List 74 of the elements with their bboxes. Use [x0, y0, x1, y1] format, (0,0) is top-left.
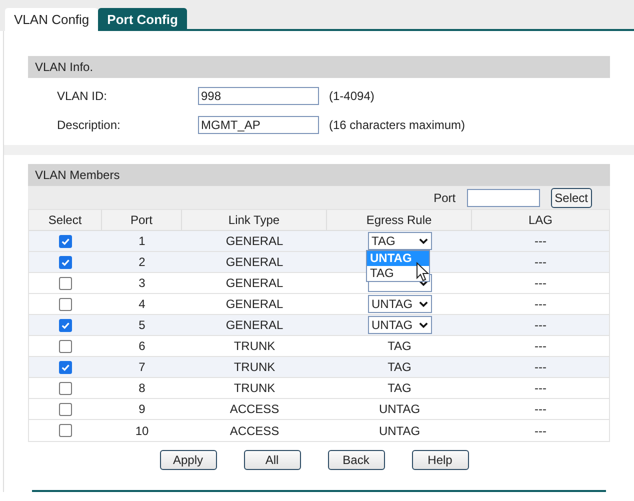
checkbox[interactable]	[59, 318, 72, 332]
table-cell-text: 2	[138, 254, 146, 271]
checkbox[interactable]	[59, 256, 72, 268]
table-cell-text: 1	[138, 233, 146, 250]
field-label: Description:	[56, 116, 122, 134]
port-label: Port	[434, 190, 456, 206]
tab[interactable]: Port Config	[98, 8, 187, 31]
table-cell-text: ---	[534, 359, 548, 376]
checkbox[interactable]	[59, 360, 72, 374]
column-header: Egress Rule	[327, 210, 472, 230]
table-cell-text: 9	[138, 401, 146, 418]
column-header: LAG	[527, 212, 554, 229]
chevron-icon	[418, 322, 428, 328]
column-header: Port	[102, 210, 182, 230]
table-cell-text: ACCESS	[228, 401, 280, 418]
table-cell-text: ---	[534, 275, 548, 292]
table-cell-text: 8	[138, 380, 146, 397]
table-cell-text: 10	[134, 422, 150, 440]
table-cell-text: ---	[534, 254, 548, 271]
table-cell-text: ---	[534, 317, 548, 334]
table-cell-text: ---	[534, 338, 548, 355]
action-button[interactable]: Back	[328, 450, 384, 470]
tab[interactable]: VLAN Config	[5, 8, 98, 31]
checkbox[interactable]	[59, 424, 72, 437]
column-header: Select	[29, 210, 102, 230]
field-label: VLAN ID:	[56, 88, 108, 104]
table-cell-text: TRUNK	[232, 380, 276, 397]
table-cell-text: 4	[138, 296, 146, 313]
table-cell-text: 5	[138, 317, 146, 334]
table-cell-text: ACCESS	[228, 422, 280, 440]
table-cell-text: GENERAL	[224, 254, 284, 271]
checkbox[interactable]	[59, 402, 72, 416]
checkbox[interactable]	[59, 276, 72, 290]
section-header: VLAN Info.	[28, 56, 610, 78]
chevron-icon	[418, 238, 428, 244]
table-cell-text: UNTAG	[378, 401, 420, 418]
egress-select[interactable]: UNTAG	[368, 295, 432, 313]
checkbox[interactable]	[59, 382, 72, 394]
chevron-icon	[418, 301, 428, 307]
egress-select[interactable]: TAG	[368, 232, 432, 250]
table-cell-text: GENERAL	[224, 317, 284, 334]
table-cell-text: ---	[534, 380, 548, 397]
input-field[interactable]: 998	[198, 86, 319, 104]
table-cell-text: TAG	[388, 380, 412, 397]
port-input[interactable]	[466, 188, 540, 206]
egress-select[interactable]: UNTAG	[368, 316, 432, 334]
table-cell-text: 7	[138, 359, 146, 376]
table-cell-text: GENERAL	[224, 296, 284, 313]
select-button[interactable]: Select	[550, 188, 592, 208]
table-cell-text: 3	[138, 275, 146, 292]
chevron-icon	[418, 280, 428, 286]
table-cell-text: TRUNK	[232, 359, 276, 376]
table-cell-text: GENERAL	[224, 233, 284, 250]
table-cell-text: GENERAL	[224, 275, 284, 292]
table-cell-text: TAG	[388, 338, 412, 355]
action-button[interactable]: Help	[412, 450, 468, 470]
table-cell-text: ---	[534, 233, 548, 250]
table-cell-text: TRUNK	[232, 338, 276, 355]
hint-text: (1-4094)	[329, 88, 374, 104]
checkbox[interactable]	[59, 340, 72, 352]
table-cell-text: ---	[534, 422, 548, 440]
column-header: Link Type	[182, 210, 327, 230]
hint-text: (16 characters maximum)	[329, 116, 466, 134]
action-button[interactable]: Apply	[160, 450, 216, 470]
section-header: VLAN Members	[28, 164, 610, 186]
checkbox[interactable]	[59, 234, 72, 248]
checkbox[interactable]	[59, 298, 72, 310]
table-cell-text: ---	[534, 401, 548, 418]
table-cell-text: TAG	[388, 359, 412, 376]
table-cell-text: 6	[138, 338, 146, 355]
table-cell-text: UNTAG	[378, 422, 420, 440]
table-cell-text: ---	[534, 296, 548, 313]
action-button[interactable]: All	[244, 450, 300, 470]
input-field[interactable]: MGMT_AP	[198, 116, 319, 134]
